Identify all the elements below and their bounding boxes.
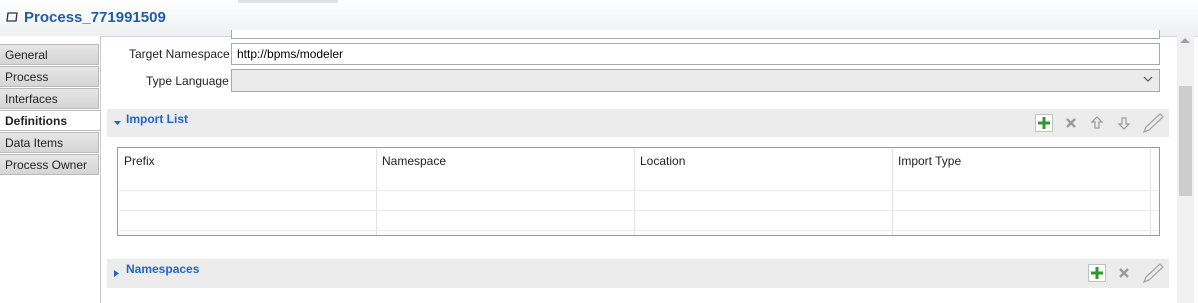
column-divider [634,149,635,235]
row-divider [119,210,1159,211]
target-namespace-label: Target Namespace [129,47,230,61]
scroll-thumb[interactable] [1179,86,1192,196]
edit-import-button[interactable] [1141,112,1165,134]
move-down-button[interactable] [1115,114,1133,132]
delete-icon [1119,268,1129,278]
column-header-prefix[interactable]: Prefix [124,154,155,168]
column-divider [376,149,377,235]
plus-icon [1038,117,1050,129]
target-namespace-field[interactable]: http://bpms/modeler [231,43,1160,65]
tab-general[interactable]: General [0,44,99,65]
namespaces-section: Namespaces [107,259,1169,288]
expand-down-icon[interactable] [113,119,122,126]
property-tabs: General Process Interfaces Definitions D… [0,36,101,303]
add-import-button[interactable] [1035,114,1053,132]
process-icon [6,12,18,22]
column-header-import-type[interactable]: Import Type [898,154,961,168]
remove-namespace-button[interactable] [1115,264,1133,282]
column-header-location[interactable]: Location [640,154,685,168]
tab-interfaces[interactable]: Interfaces [0,88,99,109]
column-divider [1150,149,1151,235]
vertical-scrollbar[interactable] [1177,36,1194,303]
scroll-up-arrow[interactable] [1180,38,1190,43]
import-list-title[interactable]: Import List [126,112,188,126]
pencil-icon [1142,113,1164,134]
plus-icon [1091,267,1103,279]
row-divider [119,190,1159,191]
row-divider [119,230,1159,231]
tab-fragment [238,0,338,3]
tab-definitions[interactable]: Definitions [0,110,100,131]
arrow-down-icon [1117,117,1131,130]
remove-import-button[interactable] [1062,114,1080,132]
namespaces-title[interactable]: Namespaces [126,262,199,276]
clipped-field[interactable] [231,30,1160,39]
pencil-icon [1142,263,1164,284]
move-up-button[interactable] [1088,114,1106,132]
add-namespace-button[interactable] [1088,264,1106,282]
import-table: Prefix Namespace Location Import Type [117,147,1160,236]
edit-namespace-button[interactable] [1141,262,1165,284]
tab-process-owner[interactable]: Process Owner [0,154,99,175]
type-language-label: Type Language [146,74,229,88]
editor-title: Process_771991509 [24,9,166,26]
delete-icon [1066,118,1076,128]
tab-data-items[interactable]: Data Items [0,132,99,153]
tab-process[interactable]: Process [0,66,99,87]
arrow-up-icon [1090,116,1104,129]
column-header-namespace[interactable]: Namespace [382,154,446,168]
type-language-select[interactable] [231,69,1160,92]
chevron-down-icon [1143,76,1153,82]
expand-right-icon[interactable] [113,269,120,278]
column-divider [892,149,893,235]
import-list-section: Import List [107,109,1169,137]
